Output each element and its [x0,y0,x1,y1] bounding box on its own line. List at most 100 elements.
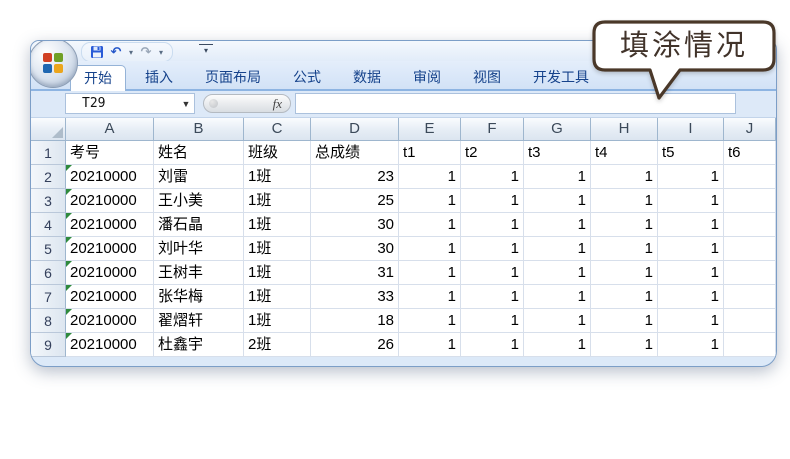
cell-C8[interactable]: 1班 [244,309,311,333]
cell-A1[interactable]: 考号 [66,141,154,165]
cell-D6[interactable]: 31 [311,261,399,285]
cell-I9[interactable]: 1 [658,333,724,357]
tab-开始[interactable]: 开始 [70,65,126,91]
undo-dropdown-icon[interactable]: ▾ [127,48,135,57]
cell-C4[interactable]: 1班 [244,213,311,237]
cell-C5[interactable]: 1班 [244,237,311,261]
cell-G1[interactable]: t3 [524,141,591,165]
cell-G6[interactable]: 1 [524,261,591,285]
cell-I8[interactable]: 1 [658,309,724,333]
cell-D1[interactable]: 总成绩 [311,141,399,165]
cell-J2[interactable] [724,165,776,189]
cell-J5[interactable] [724,237,776,261]
row-header-8[interactable]: 8 [31,309,66,333]
cell-G7[interactable]: 1 [524,285,591,309]
column-header-B[interactable]: B [154,118,244,141]
cell-H7[interactable]: 1 [591,285,658,309]
cell-B3[interactable]: 王小美 [154,189,244,213]
cell-F5[interactable]: 1 [461,237,524,261]
cell-D2[interactable]: 23 [311,165,399,189]
redo-icon[interactable]: ↷ [138,44,154,60]
column-header-E[interactable]: E [399,118,461,141]
cell-H3[interactable]: 1 [591,189,658,213]
row-header-7[interactable]: 7 [31,285,66,309]
tab-视图[interactable]: 视图 [460,66,514,89]
cell-J9[interactable] [724,333,776,357]
cell-B4[interactable]: 潘石晶 [154,213,244,237]
name-box[interactable]: T29 ▼ [65,93,195,114]
cell-F7[interactable]: 1 [461,285,524,309]
cell-C2[interactable]: 1班 [244,165,311,189]
row-header-9[interactable]: 9 [31,333,66,357]
cell-D5[interactable]: 30 [311,237,399,261]
cell-A7[interactable]: 20210000 [66,285,154,309]
cell-G9[interactable]: 1 [524,333,591,357]
cell-F3[interactable]: 1 [461,189,524,213]
cell-E3[interactable]: 1 [399,189,461,213]
row-header-4[interactable]: 4 [31,213,66,237]
cell-C1[interactable]: 班级 [244,141,311,165]
cell-A8[interactable]: 20210000 [66,309,154,333]
cell-H2[interactable]: 1 [591,165,658,189]
cell-E4[interactable]: 1 [399,213,461,237]
cell-A4[interactable]: 20210000 [66,213,154,237]
cell-H9[interactable]: 1 [591,333,658,357]
cell-F6[interactable]: 1 [461,261,524,285]
cell-B1[interactable]: 姓名 [154,141,244,165]
tab-页面布局[interactable]: 页面布局 [192,66,274,89]
cell-F8[interactable]: 1 [461,309,524,333]
cell-I7[interactable]: 1 [658,285,724,309]
cell-F4[interactable]: 1 [461,213,524,237]
cell-B5[interactable]: 刘叶华 [154,237,244,261]
column-header-F[interactable]: F [461,118,524,141]
tab-插入[interactable]: 插入 [132,66,186,89]
cell-A9[interactable]: 20210000 [66,333,154,357]
cell-B6[interactable]: 王树丰 [154,261,244,285]
cell-H6[interactable]: 1 [591,261,658,285]
cell-G2[interactable]: 1 [524,165,591,189]
column-header-H[interactable]: H [591,118,658,141]
cell-E6[interactable]: 1 [399,261,461,285]
cell-E5[interactable]: 1 [399,237,461,261]
select-all-button[interactable] [31,118,66,141]
cell-E8[interactable]: 1 [399,309,461,333]
tab-审阅[interactable]: 审阅 [400,66,454,89]
cell-J4[interactable] [724,213,776,237]
cell-E7[interactable]: 1 [399,285,461,309]
column-header-D[interactable]: D [311,118,399,141]
cell-A6[interactable]: 20210000 [66,261,154,285]
cell-G5[interactable]: 1 [524,237,591,261]
cell-G8[interactable]: 1 [524,309,591,333]
cell-A3[interactable]: 20210000 [66,189,154,213]
cell-A2[interactable]: 20210000 [66,165,154,189]
cell-H1[interactable]: t4 [591,141,658,165]
cell-D4[interactable]: 30 [311,213,399,237]
cell-G3[interactable]: 1 [524,189,591,213]
column-header-G[interactable]: G [524,118,591,141]
row-header-5[interactable]: 5 [31,237,66,261]
cell-I2[interactable]: 1 [658,165,724,189]
cell-F9[interactable]: 1 [461,333,524,357]
row-header-2[interactable]: 2 [31,165,66,189]
cell-D3[interactable]: 25 [311,189,399,213]
cell-I6[interactable]: 1 [658,261,724,285]
cell-D8[interactable]: 18 [311,309,399,333]
cell-J8[interactable] [724,309,776,333]
cell-A5[interactable]: 20210000 [66,237,154,261]
insert-function-area[interactable]: fx [203,94,291,113]
row-header-6[interactable]: 6 [31,261,66,285]
cell-B9[interactable]: 杜鑫宇 [154,333,244,357]
name-box-dropdown-icon[interactable]: ▼ [178,99,194,109]
cell-H4[interactable]: 1 [591,213,658,237]
cell-C3[interactable]: 1班 [244,189,311,213]
cell-F2[interactable]: 1 [461,165,524,189]
cell-J3[interactable] [724,189,776,213]
cell-J7[interactable] [724,285,776,309]
row-header-3[interactable]: 3 [31,189,66,213]
tab-数据[interactable]: 数据 [340,66,394,89]
cell-F1[interactable]: t2 [461,141,524,165]
cell-C9[interactable]: 2班 [244,333,311,357]
column-header-C[interactable]: C [244,118,311,141]
column-header-A[interactable]: A [66,118,154,141]
cell-J1[interactable]: t6 [724,141,776,165]
